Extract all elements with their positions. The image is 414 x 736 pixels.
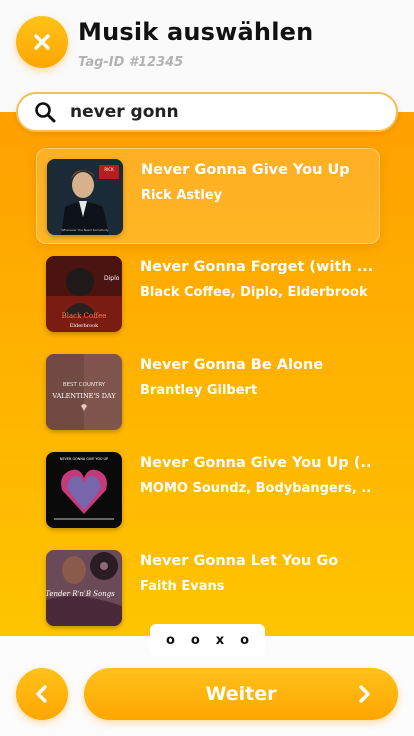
song-title: Never Gonna Let You Go xyxy=(140,553,339,569)
song-title: Never Gonna Give You Up xyxy=(141,162,350,178)
song-artist: Faith Evans xyxy=(140,579,225,594)
album-cover: Tender R'n'B Songs xyxy=(46,550,122,626)
page-dot[interactable]: o xyxy=(240,633,249,648)
pagination: o o x o xyxy=(150,624,265,656)
back-button[interactable] xyxy=(16,668,68,720)
svg-text:Whenever You Need Somebody: Whenever You Need Somebody xyxy=(61,228,108,232)
song-title: Never Gonna Give You Up (... xyxy=(140,455,372,471)
album-cover: RICK Whenever You Need Somebody xyxy=(47,159,123,235)
svg-text:Black Coffee: Black Coffee xyxy=(62,312,107,320)
page-dot[interactable]: o xyxy=(191,633,200,648)
search-bar[interactable] xyxy=(16,92,398,132)
svg-text:VALENTINE'S DAY: VALENTINE'S DAY xyxy=(51,392,116,400)
chevron-left-icon xyxy=(36,685,47,703)
result-item[interactable]: Diplo Black Coffee Elderbrook Never Gonn… xyxy=(36,246,380,342)
result-item[interactable]: RICK Whenever You Need Somebody Never Go… xyxy=(36,148,380,244)
chevron-right-icon xyxy=(359,685,370,703)
tag-id-label: Tag-ID #12345 xyxy=(78,55,184,70)
song-title: Never Gonna Forget (with ... xyxy=(140,259,372,275)
song-artist: Rick Astley xyxy=(141,188,223,203)
svg-text:Elderbrook: Elderbrook xyxy=(70,323,99,329)
next-button[interactable]: Weiter xyxy=(84,668,398,720)
song-artist: MOMO Soundz, Bodybangers, ... xyxy=(140,481,372,496)
album-cover: BEST COUNTRY VALENTINE'S DAY xyxy=(46,354,122,430)
search-input[interactable] xyxy=(70,102,350,122)
page-dot-current[interactable]: x xyxy=(216,633,224,648)
svg-text:NEVER GONNA GIVE YOU UP: NEVER GONNA GIVE YOU UP xyxy=(60,457,108,461)
album-cover: NEVER GONNA GIVE YOU UP xyxy=(46,452,122,528)
song-title: Never Gonna Be Alone xyxy=(140,357,324,373)
svg-text:RICK: RICK xyxy=(104,167,114,172)
page-dot[interactable]: o xyxy=(166,633,175,648)
result-item[interactable]: Tender R'n'B Songs Never Gonna Let You G… xyxy=(36,540,380,636)
svg-text:BEST COUNTRY: BEST COUNTRY xyxy=(63,382,106,388)
next-button-label: Weiter xyxy=(205,683,277,705)
svg-text:Diplo: Diplo xyxy=(104,275,120,282)
svg-text:Tender R'n'B Songs: Tender R'n'B Songs xyxy=(46,590,115,598)
close-icon xyxy=(34,34,50,50)
result-item[interactable]: BEST COUNTRY VALENTINE'S DAY Never Gonna… xyxy=(36,344,380,440)
song-artist: Brantley Gilbert xyxy=(140,383,258,398)
search-icon xyxy=(35,102,56,123)
close-button[interactable] xyxy=(16,16,68,68)
song-artist: Black Coffee, Diplo, Elderbrook xyxy=(140,285,368,300)
page-title: Musik auswählen xyxy=(78,18,314,46)
album-cover: Diplo Black Coffee Elderbrook xyxy=(46,256,122,332)
result-item[interactable]: NEVER GONNA GIVE YOU UP Never Gonna Give… xyxy=(36,442,380,538)
